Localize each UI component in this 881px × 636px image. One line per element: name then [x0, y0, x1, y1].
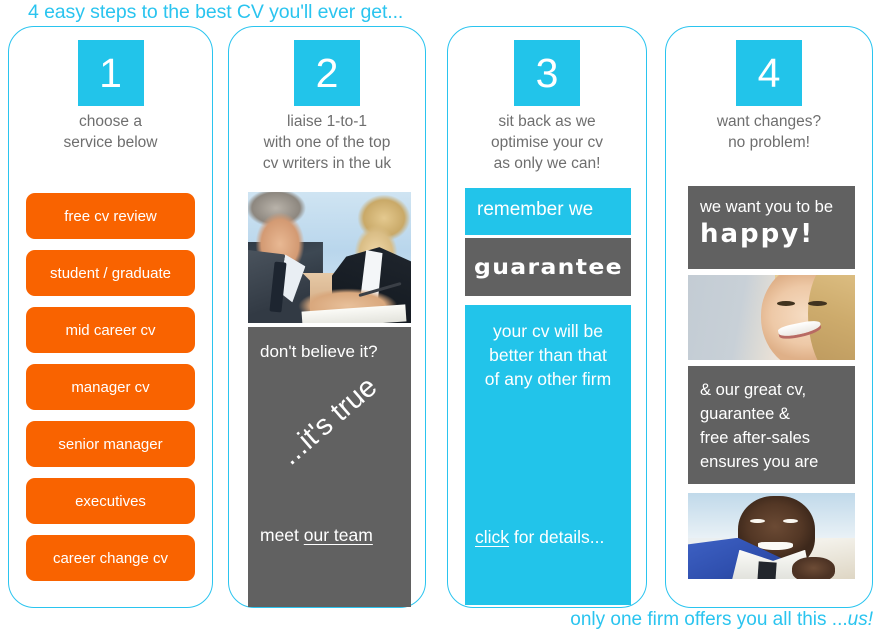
photo-detail	[791, 556, 835, 579]
caption-line: want changes?	[716, 113, 822, 130]
ensures-line: ensures you are	[700, 453, 819, 471]
ensures-text: & our great cv, guarantee & free after-s…	[700, 378, 855, 474]
step-caption-4: want changes? no problem!	[666, 111, 872, 153]
footer-emphasis: us!	[847, 609, 873, 630]
promise-line: of any other firm	[484, 369, 612, 389]
photo-canvas	[688, 275, 855, 360]
service-button-executives[interactable]: executives	[26, 478, 195, 524]
service-button-senior-manager[interactable]: senior manager	[26, 421, 195, 467]
happy-panel: we want you to be happy!	[688, 186, 855, 269]
promise-text: your cv will be better than that of any …	[475, 319, 621, 391]
page-title: 4 easy steps to the best CV you'll ever …	[28, 1, 404, 23]
step-caption-1: choose a service below	[9, 111, 212, 153]
we-want-you-to-be-text: we want you to be	[700, 198, 833, 216]
its-true-rotated-text: ...it's true	[274, 370, 384, 472]
step-card-1: 1 choose a service below free cv review …	[8, 26, 213, 608]
meet-our-team-link[interactable]: our team	[304, 525, 373, 545]
laughing-woman-photo	[688, 275, 855, 360]
caption-line: as only we can!	[493, 155, 601, 172]
ensures-panel: & our great cv, guarantee & free after-s…	[688, 366, 855, 484]
step-caption-2: liaise 1-to-1 with one of the top cv wri…	[229, 111, 425, 174]
click-link[interactable]: click	[475, 527, 509, 547]
service-button-mid-career-cv[interactable]: mid career cv	[26, 307, 195, 353]
remember-we-panel: remember we	[465, 188, 631, 235]
ensures-line: free after-sales	[700, 429, 811, 447]
caption-line: cv writers in the uk	[262, 155, 392, 172]
photo-detail	[757, 561, 778, 579]
step-caption-3: sit back as we optimise your cv as only …	[448, 111, 646, 174]
footer-tagline: only one firm offers you all this ...us!	[570, 609, 873, 631]
caption-line: no problem!	[728, 134, 810, 151]
caption-line: sit back as we	[498, 113, 596, 130]
photo-detail	[776, 300, 795, 306]
photo-detail	[749, 518, 765, 524]
click-suffix: for details...	[509, 527, 605, 547]
two-business-people-photo	[248, 192, 411, 323]
meet-our-team-line: meet our team	[260, 525, 373, 546]
step-card-3: 3 sit back as we optimise your cv as onl…	[447, 26, 647, 608]
caption-line: service below	[63, 134, 158, 151]
guarantee-word: guarantee	[473, 255, 623, 279]
dont-believe-it-text: don't believe it?	[260, 342, 378, 361]
footer-text: only one firm offers you all this ...	[570, 609, 848, 630]
caption-line: liaise 1-to-1	[286, 113, 368, 130]
step-number-badge-4: 4	[736, 40, 802, 106]
smiling-man-photo	[688, 493, 855, 579]
promise-line: your cv will be	[493, 321, 603, 341]
photo-detail	[758, 542, 794, 550]
infographic-page: 4 easy steps to the best CV you'll ever …	[0, 0, 881, 636]
service-button-free-cv-review[interactable]: free cv review	[26, 193, 195, 239]
meet-prefix: meet	[260, 525, 304, 545]
guarantee-panel: guarantee	[465, 238, 631, 296]
caption-line: with one of the top	[263, 134, 391, 151]
step-card-4: 4 want changes? no problem! we want you …	[665, 26, 873, 608]
happy-word: happy!	[700, 219, 815, 249]
step-number-badge-2: 2	[294, 40, 360, 106]
caption-line: choose a	[79, 113, 142, 130]
promise-line: better than that	[489, 345, 607, 365]
service-button-list: free cv review student / graduate mid ca…	[26, 193, 195, 592]
photo-detail	[808, 275, 855, 360]
step-number-badge-1: 1	[77, 40, 144, 106]
click-for-details-line: click for details...	[475, 527, 604, 548]
ensures-line: & our great cv,	[700, 381, 807, 399]
service-button-career-change-cv[interactable]: career change cv	[26, 535, 195, 581]
ensures-line: guarantee &	[700, 405, 790, 423]
photo-detail	[808, 300, 827, 306]
caption-line: optimise your cv	[491, 134, 603, 151]
photo-canvas	[688, 493, 855, 579]
its-true-panel: don't believe it? ...it's true meet our …	[248, 327, 411, 607]
promise-panel: your cv will be better than that of any …	[465, 305, 631, 605]
service-button-student-graduate[interactable]: student / graduate	[26, 250, 195, 296]
step-card-2: 2 liaise 1-to-1 with one of the top cv w…	[228, 26, 426, 608]
step-number-badge-3: 3	[514, 40, 580, 106]
service-button-manager-cv[interactable]: manager cv	[26, 364, 195, 410]
